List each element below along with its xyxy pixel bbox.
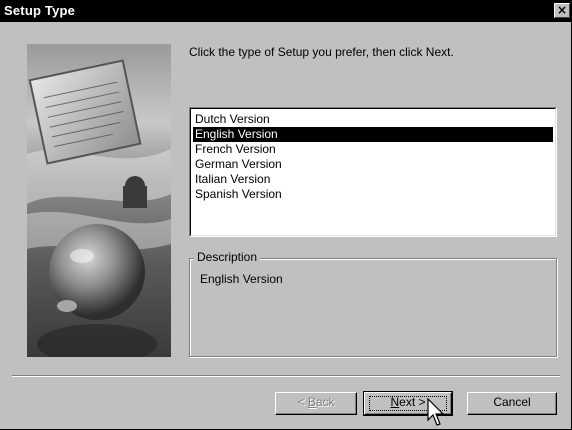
window-title: Setup Type [4, 3, 76, 18]
setup-type-dialog: Setup Type × Click the type of Setup you… [0, 0, 572, 430]
back-mnemonic: B [307, 395, 316, 409]
list-item-english[interactable]: English Version [193, 127, 553, 142]
list-item-italian[interactable]: Italian Version [193, 172, 553, 187]
list-item-spanish[interactable]: Spanish Version [193, 187, 553, 202]
back-button[interactable]: < Back [275, 392, 357, 415]
instruction-text: Click the type of Setup you prefer, then… [189, 45, 454, 59]
arrow-cursor-icon [427, 398, 445, 426]
description-text: English Version [200, 272, 283, 286]
list-item-dutch[interactable]: Dutch Version [193, 112, 553, 127]
title-bar[interactable]: Setup Type × [0, 0, 572, 22]
cancel-button[interactable]: Cancel [467, 392, 557, 415]
separator [12, 375, 560, 377]
back-label-rest: ack [315, 395, 335, 409]
version-listbox[interactable]: Dutch Version English Version French Ver… [189, 107, 557, 237]
listbox-inner: Dutch Version English Version French Ver… [190, 108, 556, 236]
close-icon[interactable]: × [554, 3, 570, 18]
setup-artwork [27, 44, 171, 357]
list-item-french[interactable]: French Version [193, 142, 553, 157]
list-item-german[interactable]: German Version [193, 157, 553, 172]
back-prefix: < [297, 395, 308, 409]
description-label: Description [194, 250, 261, 264]
